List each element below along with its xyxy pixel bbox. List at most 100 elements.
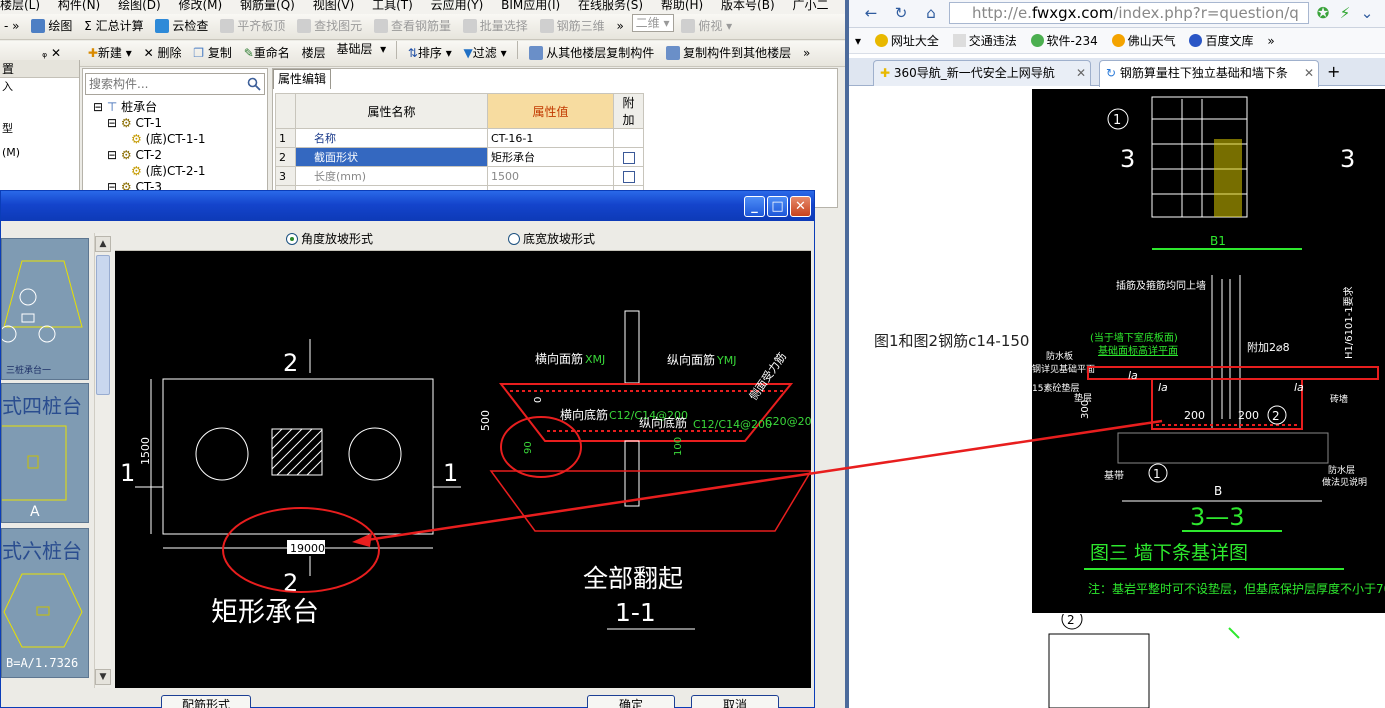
scroll-up-icon[interactable]: ▲ (95, 236, 111, 252)
tab-close-icon[interactable]: ✕ (1076, 61, 1086, 85)
view-mode-select[interactable]: 二维 ▾ (631, 14, 674, 32)
sum-calc-button[interactable]: Σ 汇总计算 (80, 14, 147, 38)
browser-tab[interactable]: ✚ 360导航_新一代安全上网导航 ✕ (873, 60, 1091, 86)
table-row[interactable]: 2 截面形状 矩形承台 (275, 147, 644, 167)
copy-button[interactable]: ❐ 复制 (189, 41, 236, 65)
menu-component[interactable]: 构件(N) (58, 0, 100, 12)
browser-tab-active[interactable]: ↻ 钢筋算量柱下独立基础和墙下条 ✕ (1099, 60, 1319, 87)
property-value[interactable]: 1500 (487, 166, 614, 186)
delete-button[interactable]: ✕ 删除 (140, 41, 186, 65)
thumb-three-pile-cap[interactable]: 三桩承台一 (0, 238, 89, 380)
menu-draw[interactable]: 绘图(D) (118, 0, 161, 12)
speed-icon[interactable]: ⚡ (1333, 2, 1357, 24)
ok-button[interactable]: 确定 (587, 695, 675, 708)
maximize-button[interactable]: □ (767, 196, 788, 217)
thumb-four-pile-cap[interactable]: 式四桩台 A (1, 383, 89, 523)
menu-bim[interactable]: BIM应用(I) (501, 0, 560, 12)
fav-link[interactable]: 交通违法 (952, 28, 1017, 53)
left-nav-item[interactable]: (M) (0, 144, 79, 162)
plus-icon (874, 34, 888, 47)
find-element-button[interactable]: 查找图元 (293, 14, 366, 38)
scroll-thumb[interactable] (96, 255, 110, 395)
thumb-six-pile-cap[interactable]: 式六桩台 B=A/1.7326 (1, 528, 89, 678)
copy-to-floor-button[interactable]: 复制构件到其他楼层 (662, 41, 795, 65)
tree-leaf[interactable]: ⚙ (底)CT-1-1 (93, 131, 205, 147)
url-input[interactable]: http://e.fwxgx.com/index.php?r=question/… (949, 2, 1309, 24)
left-nav-item[interactable]: 型 (0, 120, 79, 138)
collapse-icon[interactable]: ⊟ (107, 116, 121, 130)
collapse-icon[interactable]: ⊟ (93, 100, 107, 114)
toolbar-overflow-3[interactable]: » (799, 41, 814, 65)
new-button[interactable]: ✚新建 ▾ (84, 41, 136, 65)
collapse-icon[interactable]: ⊟ (107, 148, 121, 162)
copy-from-floor-button[interactable]: 从其他楼层复制构件 (525, 41, 658, 65)
extra-checkbox[interactable] (622, 151, 635, 164)
refresh-icon[interactable]: ↻ (889, 2, 913, 24)
tree-node[interactable]: ⊟ ⚙ CT-1 (93, 115, 205, 131)
tab-close-icon[interactable]: ✕ (1304, 61, 1314, 85)
tree-leaf[interactable]: ⚙ (底)CT-2-1 (93, 163, 205, 179)
dialog-title-bar[interactable]: _ □ ✕ (1, 191, 814, 221)
property-value[interactable]: 矩形承台 (487, 147, 614, 167)
cad-preview-canvas[interactable]: 2 1 1 1500 19000 2 矩形承台 横向面筋 XMJ 纵向面筋 YM… (115, 251, 811, 688)
search-icon[interactable] (247, 77, 261, 91)
fav-link[interactable]: 软件-234 (1030, 28, 1098, 53)
menu-online[interactable]: 在线服务(S) (578, 0, 643, 12)
second-drawing: 2 (874, 614, 1289, 708)
tree-node[interactable]: ⊟ ⚙ CT-2 (93, 147, 205, 163)
thumbnail-scrollbar[interactable]: ▲ ▼ (94, 233, 111, 688)
sort-button[interactable]: ⇅排序 ▾ (404, 41, 456, 65)
tab-property-edit[interactable]: 属性编辑 (273, 69, 331, 89)
menu-cloud[interactable]: 云应用(Y) (431, 0, 484, 12)
table-row[interactable]: 3 长度(mm) 1500 (275, 166, 644, 186)
menu-modify[interactable]: 修改(M) (179, 0, 223, 12)
menu-help[interactable]: 帮助(H) (661, 0, 703, 12)
menu-view[interactable]: 视图(V) (313, 0, 355, 12)
rebar-3d-button[interactable]: 钢筋三维 (536, 14, 609, 38)
back-icon[interactable]: ← (859, 2, 883, 24)
fav-link[interactable]: 网址大全 (874, 28, 939, 53)
dropdown-icon[interactable]: ⌄ (1355, 2, 1379, 24)
floor-select[interactable]: 基础层 ▾ (333, 41, 389, 59)
batch-select-button[interactable]: 批量选择 (459, 14, 532, 38)
scroll-down-icon[interactable]: ▼ (95, 669, 111, 685)
radio-angle-slope[interactable]: 角度放坡形式 (286, 230, 373, 247)
draw-button[interactable]: 绘图 (27, 14, 76, 38)
radio-width-slope[interactable]: 底宽放坡形式 (508, 230, 595, 247)
fav-dropdown-icon[interactable]: ▾ (855, 28, 861, 53)
new-tab-icon[interactable]: + (1327, 62, 1340, 81)
fav-link[interactable]: 佛山天气 (1111, 28, 1176, 53)
view-rebar-button[interactable]: 查看钢筋量 (370, 14, 455, 38)
menu-assistant[interactable]: 广小二 (792, 0, 828, 12)
toolbar-overflow-2[interactable]: » (612, 14, 627, 38)
favorites-bar: ▾ 网址大全 交通违法 软件-234 佛山天气 百度文库 » (849, 28, 1385, 54)
rebar-form-button[interactable]: 配筋形式 (161, 695, 251, 708)
home-icon[interactable]: ⌂ (919, 2, 943, 24)
copy-to-floor-icon (666, 46, 681, 60)
top-view-button[interactable]: 俯视 ▾ (677, 14, 736, 38)
fav-link[interactable]: 百度文库 (1189, 28, 1253, 53)
minimize-button[interactable]: _ (744, 196, 765, 217)
cancel-button[interactable]: 取消 (691, 695, 779, 708)
tree-root[interactable]: ⊟ ⊤ 桩承台 (93, 99, 205, 115)
dim-length[interactable]: 19000 (290, 542, 325, 555)
page-icon (952, 34, 966, 47)
left-nav-item[interactable]: 入 (0, 78, 79, 96)
search-input[interactable] (86, 74, 236, 94)
close-button[interactable]: ✕ (790, 196, 811, 217)
menu-tools[interactable]: 工具(T) (372, 0, 413, 12)
menu-rebar[interactable]: 钢筋量(Q) (240, 0, 295, 12)
rename-button[interactable]: ✎重命名 (240, 41, 294, 65)
cloud-check-button[interactable]: 云检查 (151, 14, 212, 38)
fav-overflow-icon[interactable]: » (1267, 28, 1274, 53)
property-value[interactable]: CT-16-1 (487, 128, 614, 148)
menu-version[interactable]: 版本号(B) (721, 0, 775, 12)
filter-button[interactable]: ▼过滤 ▾ (460, 41, 511, 65)
table-row[interactable]: 1 名称 CT-16-1 (275, 128, 644, 148)
extra-checkbox[interactable] (622, 170, 635, 183)
menu-floor[interactable]: 楼层(L) (0, 0, 40, 12)
flat-top-button[interactable]: 平齐板顶 (216, 14, 289, 38)
toolbar-overflow[interactable]: - » (0, 14, 24, 38)
security-icon[interactable]: ✪ (1311, 2, 1335, 24)
dim-500: 500 (479, 410, 492, 431)
